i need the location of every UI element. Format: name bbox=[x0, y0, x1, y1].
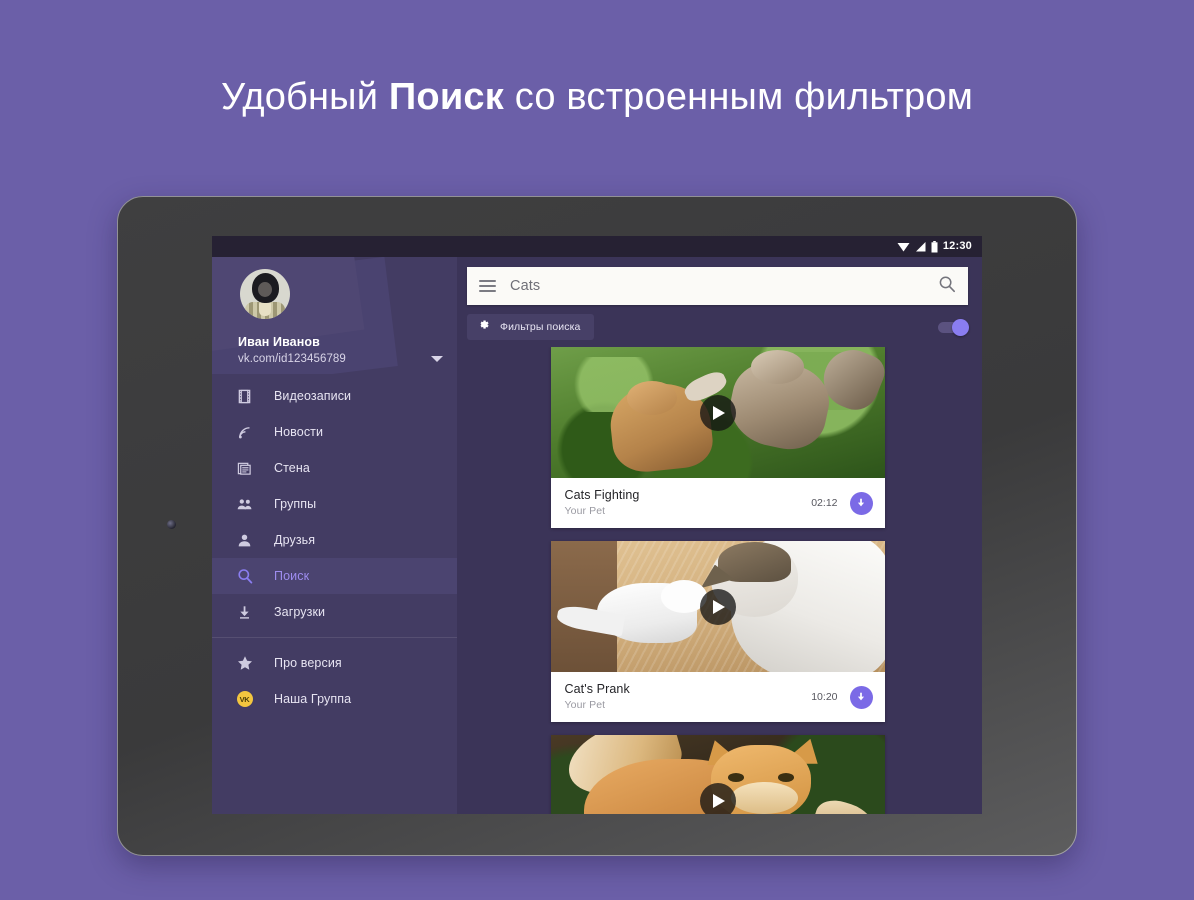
sidebar-item-groups[interactable]: Группы bbox=[212, 486, 457, 522]
vk-badge-icon: VK bbox=[236, 691, 253, 708]
page-title: Удобный Поиск со встроенным фильтром bbox=[0, 76, 1194, 119]
avatar-face bbox=[258, 282, 272, 297]
video-thumbnail[interactable] bbox=[550, 541, 885, 672]
sidebar-item-search[interactable]: Поиск bbox=[212, 558, 457, 594]
result-card[interactable]: Cat's Prank Your Pet 10:20 bbox=[550, 541, 885, 722]
result-channel: Your Pet bbox=[564, 504, 606, 517]
profile-url: vk.com/id123456789 bbox=[238, 353, 346, 365]
download-circle-icon[interactable] bbox=[849, 491, 873, 515]
star-icon bbox=[236, 655, 253, 672]
sidebar-item-downloads[interactable]: Загрузки bbox=[212, 594, 457, 630]
results-list: Cats Fighting Your Pet 02:12 Cat's Prank… bbox=[457, 347, 982, 814]
search-filters-button[interactable]: Фильтры поиска bbox=[467, 314, 595, 340]
sidebar-item-label: Новости bbox=[274, 425, 324, 439]
sidebar: Иван Иванов vk.com/id123456789 Видеозапи… bbox=[212, 257, 457, 814]
sidebar-item-label: Стена bbox=[274, 461, 310, 475]
film-icon bbox=[236, 388, 253, 405]
result-title: Cat's Prank bbox=[564, 681, 630, 696]
sidebar-item-pro-version[interactable]: Про версия bbox=[212, 645, 457, 681]
result-duration: 10:20 bbox=[811, 691, 838, 703]
hamburger-icon[interactable] bbox=[479, 280, 496, 292]
battery-icon bbox=[931, 240, 938, 252]
result-meta: Cat's Prank Your Pet 10:20 bbox=[551, 672, 885, 722]
search-icon bbox=[236, 568, 253, 585]
page-title-bold: Поиск bbox=[388, 76, 504, 118]
sidebar-item-videos[interactable]: Видеозаписи bbox=[212, 378, 457, 414]
sidebar-divider bbox=[212, 637, 457, 638]
play-icon[interactable] bbox=[699, 394, 736, 431]
video-thumbnail[interactable] bbox=[550, 735, 885, 814]
content-area: Cats Фильтры поиска Cats Fighting Your P… bbox=[457, 257, 982, 814]
sidebar-item-label: Видеозаписи bbox=[274, 389, 352, 403]
front-camera-icon bbox=[167, 520, 176, 529]
download-circle-icon[interactable] bbox=[849, 685, 873, 709]
signal-icon bbox=[915, 242, 926, 252]
tablet-device: 12:30 Иван Иванов vk.com/id123456789 Вид… bbox=[117, 196, 1077, 856]
result-channel: Your Pet bbox=[564, 698, 606, 711]
sidebar-profile-header[interactable]: Иван Иванов vk.com/id123456789 bbox=[212, 257, 457, 374]
result-title: Cats Fighting bbox=[564, 487, 640, 502]
gear-icon bbox=[477, 318, 490, 336]
search-filters-label: Фильтры поиска bbox=[500, 321, 581, 333]
filter-row: Фильтры поиска bbox=[457, 305, 982, 347]
page-title-suffix: со встроенным фильтром bbox=[503, 76, 974, 118]
person-icon bbox=[236, 532, 253, 549]
filters-toggle[interactable] bbox=[938, 318, 969, 336]
rss-icon bbox=[236, 424, 253, 441]
sidebar-item-label: Про версия bbox=[274, 656, 342, 670]
play-icon[interactable] bbox=[699, 588, 736, 625]
status-bar: 12:30 bbox=[212, 236, 982, 257]
result-card[interactable]: Cats Fighting Your Pet 02:12 bbox=[550, 347, 885, 528]
vk-badge-glyph: VK bbox=[236, 691, 253, 707]
sidebar-nav: Видеозаписи Новости Стена Группы Друзья … bbox=[212, 374, 457, 717]
download-icon bbox=[236, 604, 253, 621]
sidebar-item-label: Загрузки bbox=[274, 605, 326, 619]
sidebar-item-label: Друзья bbox=[274, 533, 316, 547]
profile-url-row[interactable]: vk.com/id123456789 bbox=[238, 353, 443, 365]
avatar[interactable] bbox=[240, 269, 290, 319]
sidebar-item-our-group[interactable]: VK Наша Группа bbox=[212, 681, 457, 717]
result-duration: 02:12 bbox=[811, 497, 838, 509]
search-bar[interactable]: Cats bbox=[467, 267, 968, 305]
wifi-icon bbox=[897, 243, 910, 252]
search-input[interactable]: Cats bbox=[510, 278, 924, 294]
toggle-thumb bbox=[952, 318, 969, 336]
play-icon[interactable] bbox=[699, 782, 736, 814]
tablet-screen: 12:30 Иван Иванов vk.com/id123456789 Вид… bbox=[212, 236, 982, 814]
profile-name: Иван Иванов bbox=[238, 335, 320, 349]
search-bar-wrapper: Cats bbox=[457, 257, 982, 305]
groups-icon bbox=[236, 496, 253, 513]
result-card[interactable] bbox=[550, 735, 885, 814]
result-meta: Cats Fighting Your Pet 02:12 bbox=[551, 478, 885, 528]
page-title-prefix: Удобный bbox=[220, 76, 389, 118]
status-bar-time: 12:30 bbox=[942, 240, 972, 252]
video-thumbnail[interactable] bbox=[550, 347, 885, 478]
sidebar-item-wall[interactable]: Стена bbox=[212, 450, 457, 486]
sidebar-item-label: Поиск bbox=[274, 569, 310, 583]
sidebar-item-friends[interactable]: Друзья bbox=[212, 522, 457, 558]
sidebar-item-news[interactable]: Новости bbox=[212, 414, 457, 450]
chevron-down-icon[interactable] bbox=[431, 356, 443, 362]
sidebar-item-label: Группы bbox=[274, 497, 317, 511]
wall-icon bbox=[236, 460, 253, 477]
sidebar-item-label: Наша Группа bbox=[274, 692, 352, 706]
search-icon[interactable] bbox=[938, 275, 956, 298]
